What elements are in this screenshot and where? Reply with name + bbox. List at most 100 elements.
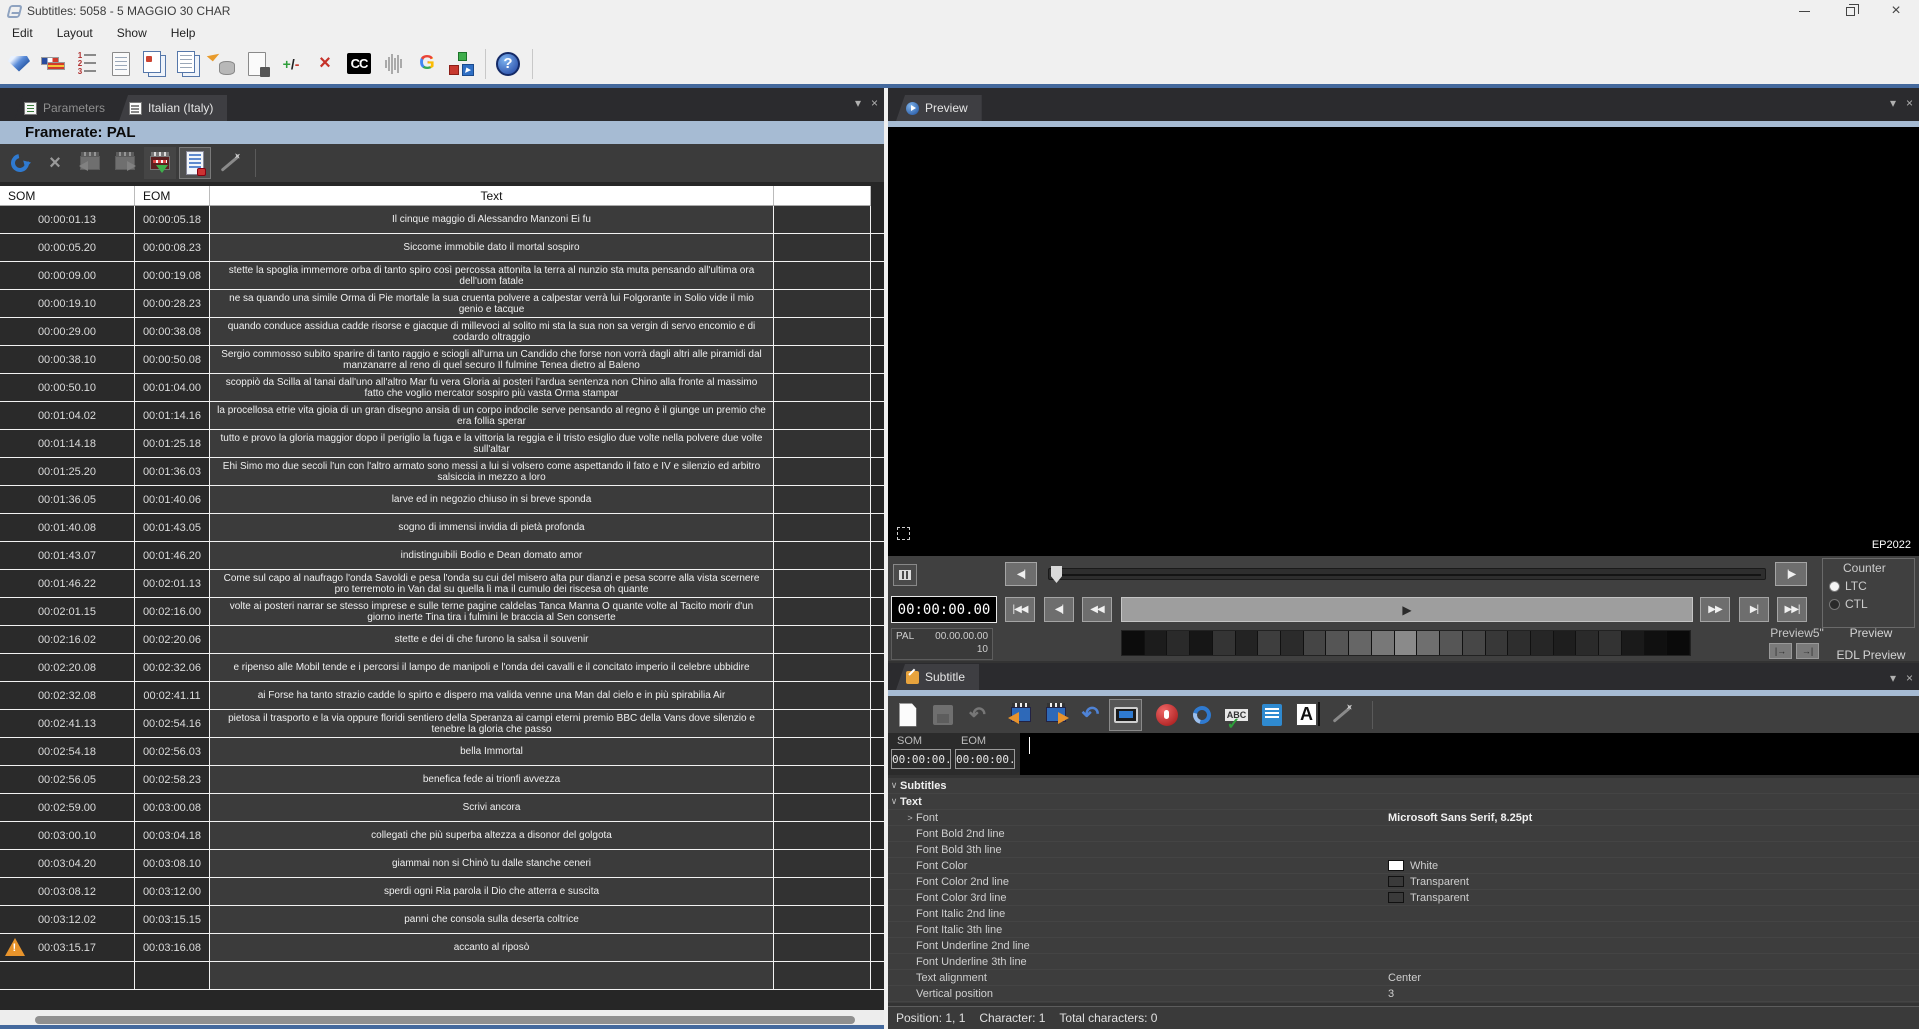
help-icon[interactable]: ? (492, 48, 524, 80)
grab-som-icon[interactable] (1004, 699, 1037, 731)
record-mic-icon[interactable] (1150, 699, 1183, 731)
menu-item[interactable]: Edit (0, 23, 45, 43)
panel-collapse-button[interactable]: ▾ (1890, 96, 1896, 110)
table-row[interactable]: 00:02:16.02 00:02:20.06 stette e dei di … (0, 626, 884, 654)
property-row[interactable]: Font Color 3rd line Transparent (888, 890, 1919, 906)
table-row[interactable]: 00:01:46.22 00:02:01.13 Come sul capo al… (0, 570, 884, 598)
table-row[interactable]: 00:02:56.05 00:02:58.23 benefica fede ai… (0, 766, 884, 794)
export-database-icon[interactable] (207, 48, 239, 80)
slider-thumb[interactable] (1051, 566, 1062, 583)
filmstrip-timeline[interactable] (1121, 630, 1691, 656)
panel-collapse-button[interactable]: ▾ (855, 96, 861, 110)
table-row[interactable]: 00:03:00.10 00:03:04.18 collegati che pi… (0, 822, 884, 850)
go-to-start-button[interactable]: |◀◀ (1005, 597, 1035, 622)
film-mode-button[interactable] (893, 564, 917, 586)
property-row[interactable]: Font Underline 2nd line (888, 938, 1919, 954)
panel-collapse-button[interactable]: ▾ (1890, 671, 1896, 685)
step-forward-button[interactable]: |▶ (1775, 562, 1807, 586)
property-row[interactable]: ∨ Text (888, 794, 1919, 810)
table-row[interactable]: 00:02:41.13 00:02:54.16 pietosa il trasp… (0, 710, 884, 738)
table-row[interactable]: 00:00:38.10 00:00:50.08 Sergio commosso … (0, 346, 884, 374)
property-row[interactable]: Font Italic 2nd line (888, 906, 1919, 922)
play-button[interactable]: ▶ (1121, 597, 1693, 622)
table-row[interactable]: 00:03:08.12 00:03:12.00 sperdi ogni Ria … (0, 878, 884, 906)
property-row[interactable]: Font Color White (888, 858, 1919, 874)
import-video-icon[interactable] (144, 147, 176, 179)
property-row[interactable]: Font Color 2nd line Transparent (888, 874, 1919, 890)
column-header-text[interactable]: Text (210, 186, 774, 205)
delete-icon[interactable]: × (309, 48, 341, 80)
table-row[interactable]: 00:02:01.15 00:02:16.00 volte ai posteri… (0, 598, 884, 626)
table-row[interactable]: 00:02:32.08 00:02:41.11 ai Forse ha tant… (0, 682, 884, 710)
ltc-radio[interactable]: LTC (1829, 579, 1908, 593)
menu-item[interactable]: Layout (45, 23, 105, 43)
panel-tab[interactable]: Parameters (14, 95, 119, 121)
panel-close-button[interactable]: × (1906, 671, 1913, 685)
undo-icon[interactable]: ↶ (961, 699, 994, 731)
preview-in-button[interactable]: |→ (1769, 643, 1792, 659)
expander-icon[interactable]: > (904, 813, 916, 823)
table-row[interactable]: 00:01:04.02 00:01:14.16 la procellosa et… (0, 402, 884, 430)
grab-eom-icon[interactable] (1039, 699, 1072, 731)
tab-preview[interactable]: Preview (896, 95, 982, 121)
cut-icon[interactable]: × (39, 147, 71, 179)
table-row[interactable]: 00:03:15.17 00:03:16.08 accanto al ripos… (0, 934, 884, 962)
table-row[interactable]: 00:01:36.05 00:01:40.06 larve ed in nego… (0, 486, 884, 514)
scrollbar-thumb[interactable] (35, 1016, 855, 1024)
minimize-button[interactable] (1781, 0, 1827, 22)
shift-left-icon[interactable] (74, 147, 106, 179)
table-row[interactable]: 00:00:19.10 00:00:28.23 ne sa quando una… (0, 290, 884, 318)
tab-subtitle[interactable]: Subtitle (896, 664, 979, 690)
restore-button[interactable] (1827, 0, 1873, 22)
property-row[interactable]: Font Italic 3th line (888, 922, 1919, 938)
sync-icon[interactable] (1185, 699, 1218, 731)
subtitle-text-editor[interactable] (1020, 733, 1919, 775)
numbered-list-icon[interactable]: 123 (71, 48, 103, 80)
property-row[interactable]: Text alignment Center (888, 970, 1919, 986)
table-row[interactable]: 00:01:14.18 00:01:25.18 tutto e provo la… (0, 430, 884, 458)
table-row[interactable]: 00:02:59.00 00:03:00.08 Scrivi ancora (0, 794, 884, 822)
tools-wand-icon[interactable] (1325, 699, 1358, 731)
table-row[interactable]: 00:00:05.20 00:00:08.23 Siccome immobile… (0, 234, 884, 262)
property-row[interactable]: > Font Microsoft Sans Serif, 8.25pt (888, 810, 1919, 826)
font-icon[interactable]: A (1290, 699, 1323, 731)
menu-item[interactable]: Help (159, 23, 208, 43)
shift-right-icon[interactable] (109, 147, 141, 179)
table-row[interactable]: 00:00:50.10 00:01:04.00 scoppiò da Scill… (0, 374, 884, 402)
revert-icon[interactable]: ↶ (1074, 699, 1107, 731)
close-button[interactable]: × (1873, 0, 1919, 22)
format-paragraph-icon[interactable] (1255, 699, 1288, 731)
table-row[interactable]: 00:03:12.02 00:03:15.15 panni che consol… (0, 906, 884, 934)
audio-waveform-icon[interactable] (377, 48, 409, 80)
column-header-som[interactable]: SOM (0, 186, 135, 205)
property-row[interactable]: Font Bold 2nd line (888, 826, 1919, 842)
property-row[interactable]: Font Bold 3th line (888, 842, 1919, 858)
table-row[interactable]: 00:00:01.13 00:00:05.18 Il cinque maggio… (0, 206, 884, 234)
expander-icon[interactable]: ∨ (888, 796, 900, 807)
table-row[interactable]: 00:02:20.08 00:02:32.06 e ripenso alle M… (0, 654, 884, 682)
menu-item[interactable]: Show (105, 23, 159, 43)
panel-close-button[interactable]: × (1906, 96, 1913, 110)
preview-out-button[interactable]: →| (1796, 643, 1819, 659)
property-row[interactable]: Vertical position 3 (888, 986, 1919, 1002)
table-row[interactable]: 00:02:54.18 00:02:56.03 bella Immortal (0, 738, 884, 766)
table-row[interactable] (0, 962, 884, 990)
table-row[interactable]: 00:03:04.20 00:03:08.10 giammai non si C… (0, 850, 884, 878)
closed-captions-icon[interactable]: CC (343, 48, 375, 80)
glossary-doc-icon[interactable] (105, 48, 137, 80)
edl-preview-label[interactable]: EDL Preview (1824, 648, 1918, 662)
fast-forward-button[interactable]: ▶▶ (1700, 597, 1730, 622)
lock-subtitles-icon[interactable] (179, 147, 211, 179)
spellcheck-icon[interactable]: ABC (1220, 699, 1253, 731)
copy-subtitles-icon[interactable] (139, 48, 171, 80)
show-on-video-icon[interactable] (1109, 699, 1142, 731)
table-row[interactable]: 00:01:40.08 00:01:43.05 sogno di immensi… (0, 514, 884, 542)
previous-frame-button[interactable]: ◀| (1044, 597, 1074, 622)
expander-icon[interactable]: ∨ (888, 780, 900, 791)
preview-mode-label[interactable]: Preview (1828, 626, 1914, 640)
go-to-end-button[interactable]: ▶▶| (1777, 597, 1807, 622)
save-icon[interactable] (926, 699, 959, 731)
column-header-eom[interactable]: EOM (135, 186, 210, 205)
table-row[interactable]: 00:01:25.20 00:01:36.03 Ehi Simo mo due … (0, 458, 884, 486)
new-subtitle-icon[interactable] (891, 699, 924, 731)
